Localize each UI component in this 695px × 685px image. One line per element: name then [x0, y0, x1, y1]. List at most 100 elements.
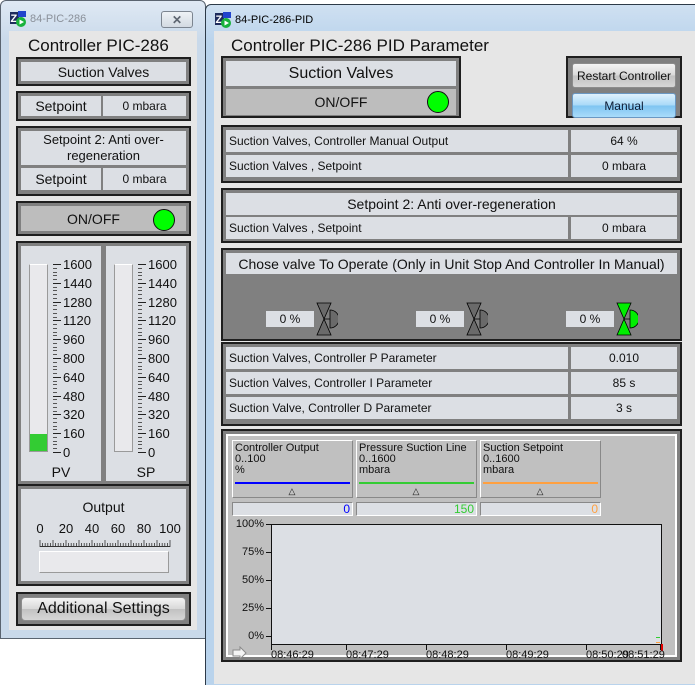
status-led-icon	[153, 209, 175, 231]
major-tick	[53, 376, 61, 378]
minor-tick	[138, 391, 142, 393]
control-valve-icon[interactable]	[616, 302, 638, 336]
minor-tick	[53, 297, 57, 299]
param-value[interactable]: 0.010	[571, 347, 677, 369]
title-bar[interactable]: Z 84-PIC-286 ✕	[1, 1, 205, 31]
minor-tick	[138, 406, 142, 408]
pen-unit: %	[235, 464, 245, 476]
minor-tick	[53, 361, 57, 363]
tick-label: 1440	[148, 275, 177, 291]
minor-tick	[138, 354, 142, 356]
gauge-scale: 1600 1440 1280 1120 960 800 640 480 320 160 0	[138, 258, 184, 459]
onoff-label: ON/OFF	[67, 210, 120, 227]
minor-tick	[138, 361, 142, 363]
control-valve-icon[interactable]	[466, 302, 488, 336]
scroll-arrow-icon[interactable]	[232, 646, 248, 660]
minor-tick	[53, 421, 57, 423]
minor-tick	[138, 286, 142, 288]
trend-pen[interactable]: Pressure Suction Line 0..1600 mbara △	[356, 440, 477, 498]
app-icon: Z	[215, 12, 231, 28]
tick-label: 800	[148, 351, 170, 366]
control-valve-icon[interactable]	[316, 302, 338, 336]
minor-tick	[53, 327, 57, 329]
minor-tick	[53, 388, 57, 390]
onoff-button[interactable]: ON/OFF	[21, 206, 186, 231]
output-tick-label: 0	[36, 521, 44, 536]
minor-tick	[138, 350, 142, 352]
x-axis-label: 08:51:29	[622, 649, 665, 661]
major-tick	[138, 395, 146, 397]
minor-tick	[138, 388, 142, 390]
minor-tick	[138, 335, 142, 337]
y-axis-label: 50%	[241, 574, 264, 586]
tick-label: 640	[63, 369, 85, 385]
pen-color-line	[359, 482, 474, 484]
gauge-scale: 1600 1440 1280 1120 960 800 640 480 320 160 0	[53, 258, 99, 459]
minor-tick	[138, 316, 142, 318]
minor-tick	[138, 290, 142, 292]
minor-tick	[138, 331, 142, 333]
minor-tick	[138, 267, 142, 269]
minor-tick	[53, 275, 57, 277]
output-tick-label: 40	[84, 521, 100, 536]
trend-plot[interactable]	[271, 524, 663, 651]
onoff-button[interactable]: ON/OFF	[226, 89, 456, 115]
y-axis-tick	[266, 580, 271, 581]
valve-output-value[interactable]: 0 %	[416, 311, 464, 327]
group-title-panel: Suction Valves	[16, 57, 191, 86]
param-value[interactable]: 64 %	[571, 130, 677, 152]
minor-tick	[138, 429, 142, 431]
tick-label: 1440	[63, 275, 92, 291]
minor-tick	[53, 448, 57, 450]
major-tick	[138, 282, 146, 284]
y-axis-tick	[266, 608, 271, 609]
tick-label: 1120	[63, 313, 91, 329]
tick-label: 320	[63, 407, 85, 423]
trend-pen[interactable]: Controller Output 0..100% △	[232, 440, 353, 498]
minor-tick	[138, 327, 142, 329]
tick-label: 1600	[63, 257, 92, 272]
minor-tick	[53, 373, 57, 375]
setpoint-value[interactable]: 0 mbara	[103, 96, 186, 116]
restart-controller-button[interactable]: Restart Controller	[572, 63, 676, 88]
minor-tick	[138, 436, 142, 438]
close-button[interactable]: ✕	[161, 11, 193, 28]
tick-label: 960	[148, 332, 170, 348]
param-label: Suction Valves, Controller Manual Output	[226, 130, 568, 152]
param-value[interactable]: 85 s	[571, 372, 677, 394]
tick-label: 0	[63, 445, 71, 460]
gauge-track	[29, 264, 48, 452]
y-axis-tick	[266, 636, 271, 637]
output-tick-label: 100	[159, 521, 181, 536]
major-tick	[53, 414, 61, 416]
minor-tick	[138, 279, 142, 281]
minor-tick	[138, 271, 142, 273]
gauge-fill	[30, 433, 47, 451]
minor-tick	[138, 418, 142, 420]
manual-button[interactable]: Manual	[572, 93, 676, 118]
minor-tick	[138, 380, 142, 382]
major-tick	[138, 414, 146, 416]
param-label: Suction Valves , Setpoint	[226, 155, 568, 177]
minor-tick	[53, 354, 57, 356]
additional-settings-button[interactable]: Additional Settings	[21, 597, 186, 621]
param-value[interactable]: 3 s	[571, 397, 677, 419]
minor-tick	[53, 391, 57, 393]
valve-output-value[interactable]: 0 %	[266, 311, 314, 327]
valve-output-value[interactable]: 0 %	[566, 311, 614, 327]
setpoint2-value[interactable]: 0 mbara	[571, 217, 677, 239]
setpoint2-value[interactable]: 0 mbara	[103, 168, 186, 190]
major-tick	[138, 301, 146, 303]
setpoint2-label: Setpoint	[21, 168, 101, 190]
trend-pen[interactable]: Suction Setpoint 0..1600 mbara △	[480, 440, 601, 498]
tick-label: 160	[148, 426, 170, 442]
minor-tick	[138, 309, 142, 311]
param-value[interactable]: 0 mbara	[571, 155, 677, 177]
minor-tick	[53, 429, 57, 431]
tick-label: 1280	[63, 294, 92, 310]
pen-color-line	[235, 482, 350, 484]
minor-tick	[53, 403, 57, 405]
minor-tick	[138, 294, 142, 296]
setpoint2-panel: Setpoint 2: Anti over-regeneration Sucti…	[221, 188, 682, 243]
group-title: Suction Valves	[21, 62, 186, 81]
